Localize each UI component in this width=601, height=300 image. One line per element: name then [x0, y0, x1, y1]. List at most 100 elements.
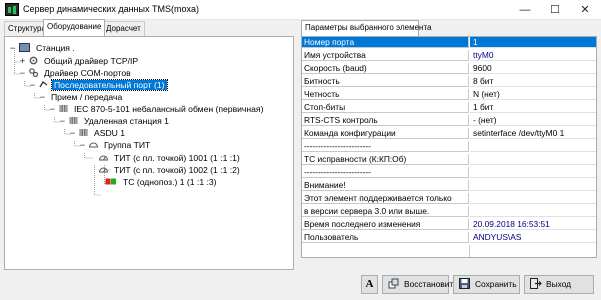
group-icon [88, 140, 99, 149]
tree-node-label: ТИТ (с пл. точкой) 1001 (1 :1 :1) [114, 153, 240, 163]
property-name: Внимание! [302, 180, 469, 191]
property-row[interactable]: Команда конфигурации setinterface /dev/tt… [302, 128, 596, 139]
property-value[interactable]: 9600 [470, 63, 596, 74]
restore-icon [388, 278, 400, 289]
protocol-icon [59, 104, 68, 113]
exit-button[interactable]: Выход [524, 275, 594, 294]
tab-equipment[interactable]: Оборудование [43, 19, 106, 36]
property-value[interactable] [470, 167, 596, 178]
collapse-toggle[interactable]: − [19, 67, 26, 79]
tree-node-iec-protocol[interactable]: − IEC 870-5-101 небалансный обмен (первич… [49, 103, 265, 115]
maximize-button[interactable]: ☐ [542, 0, 568, 20]
tree-node-tcp-driver[interactable]: + Общий драйвер TCP/IP [19, 55, 140, 67]
property-value[interactable] [470, 180, 596, 191]
property-row[interactable]: RTS-CTS контроль - (нет) [302, 115, 596, 126]
property-value[interactable] [470, 154, 596, 165]
property-value[interactable]: N (нет) [470, 89, 596, 100]
collapse-toggle[interactable]: − [49, 103, 56, 115]
properties-grid[interactable]: Номер порта 1 Имя устройства ttyM0 Скорость … [301, 36, 597, 258]
minimize-button[interactable]: — [512, 0, 538, 20]
property-row[interactable]: Стоп-биты 1 бит [302, 102, 596, 113]
close-button[interactable]: ✕ [572, 0, 598, 20]
property-value[interactable]: 1 [470, 37, 596, 48]
tree-node-tit-1002[interactable]: ТИТ (с пл. точкой) 1002 (1 :1 :2) [98, 164, 242, 176]
property-name: Битность [302, 76, 469, 87]
property-value[interactable]: 20.09.2018 16:53:51 [470, 219, 596, 230]
property-row[interactable]: ------------------------ [302, 141, 596, 152]
property-row[interactable]: Битность 8 бит [302, 76, 596, 87]
network-driver-icon [29, 56, 38, 65]
property-name: Имя устройства [302, 50, 469, 61]
collapse-toggle[interactable]: − [29, 79, 36, 91]
font-button[interactable]: A [361, 275, 378, 294]
restore-label: Восстановить [404, 279, 458, 289]
property-value[interactable]: 1 бит [470, 102, 596, 113]
property-row[interactable]: Пользователь ANDYUS\AS [302, 232, 596, 243]
tree-node-station[interactable]: − Станция . [9, 42, 77, 54]
tree-node-tit-1001[interactable]: ТИТ (с пл. точкой) 1001 (1 :1 :1) [98, 152, 242, 164]
property-value[interactable]: 8 бит [470, 76, 596, 87]
property-value[interactable]: ANDYUS\AS [470, 232, 596, 243]
collapse-toggle[interactable]: − [69, 127, 76, 139]
property-row[interactable]: Внимание! [302, 180, 596, 191]
tree-node-asdu[interactable]: − ASDU 1 [69, 127, 127, 139]
property-name: ТС исправности (К:КП:Об) [302, 154, 469, 165]
tab-calculation[interactable]: Дорасчет [102, 21, 145, 36]
save-button[interactable]: Сохранить [453, 275, 520, 294]
exit-icon [530, 278, 542, 289]
property-name: Скорость (baud) [302, 63, 469, 74]
tree-node-serial-port[interactable]: − Последовательный порт (1) [29, 79, 168, 91]
properties-tab[interactable]: Параметры выбранного элемента [301, 20, 431, 36]
tree-node-com-driver[interactable]: − Драйвер COM-портов [19, 67, 133, 79]
property-row[interactable]: Имя устройства ttyM0 [302, 50, 596, 61]
property-row[interactable]: Скорость (baud) 9600 [302, 63, 596, 74]
signal-icon [105, 177, 117, 186]
tree-node-label: ASDU 1 [94, 128, 126, 138]
tree-node-label: ТИТ (с пл. точкой) 1002 (1 :1 :2) [114, 165, 240, 175]
property-row[interactable]: Номер порта 1 [302, 37, 596, 48]
window-title: Сервер динамических данных TMS(moxa) [23, 4, 199, 14]
asdu-icon [79, 128, 88, 137]
property-name: в версии сервера 3.0 или выше. [302, 206, 469, 217]
collapse-toggle[interactable]: − [39, 91, 46, 103]
property-name: Команда конфигурации [302, 128, 469, 139]
tree-node-label: Удаленная станция 1 [84, 116, 169, 126]
property-row[interactable]: Четность N (нет) [302, 89, 596, 100]
property-name: RTS-CTS контроль [302, 115, 469, 126]
tree-node-receive-transmit[interactable]: − Прием / передача [39, 91, 124, 103]
collapse-toggle[interactable]: − [9, 42, 16, 54]
tree-node-label: Общий драйвер TCP/IP [44, 56, 139, 66]
tree-node-label: Последовательный порт (1) [51, 79, 168, 91]
property-name: Пользователь [302, 232, 469, 243]
property-value[interactable]: - (нет) [470, 115, 596, 126]
equipment-tree[interactable]: − Станция . + Общий драйвер TCP/IP − Драйве… [4, 36, 294, 270]
app-icon [5, 3, 19, 16]
station-icon [19, 43, 30, 52]
tree-node-ts-1[interactable]: ТС (однопоз.) 1 (1 :1 :3) [105, 176, 219, 188]
save-icon [459, 278, 471, 289]
property-name: Стоп-биты [302, 102, 469, 113]
restore-button[interactable]: Восстановить [382, 275, 458, 294]
collapse-toggle[interactable]: − [59, 115, 66, 127]
com-driver-icon [29, 68, 39, 78]
property-value[interactable]: ttyM0 [470, 50, 596, 61]
tree-node-label: ТС (однопоз.) 1 (1 :1 :3) [123, 177, 217, 187]
property-row[interactable]: ------------------------ [302, 167, 596, 178]
property-row[interactable]: Этот элемент поддерживается только [302, 193, 596, 204]
tree-node-label: Станция . [36, 43, 75, 53]
tree-node-label: Драйвер COM-портов [44, 68, 131, 78]
tree-node-group-tit[interactable]: − Группа ТИТ [79, 139, 152, 151]
measurement-icon [98, 165, 109, 174]
property-row[interactable]: ТС исправности (К:КП:Об) [302, 154, 596, 165]
tree-node-label: IEC 870-5-101 небалансный обмен (первичн… [74, 104, 264, 114]
expand-toggle[interactable]: + [19, 55, 26, 67]
tree-node-remote-station[interactable]: − Удаленная станция 1 [59, 115, 171, 127]
collapse-toggle[interactable]: − [79, 139, 86, 151]
property-row[interactable]: Время последнего изменения 20.09.2018 16:… [302, 219, 596, 230]
property-value[interactable]: setinterface /dev/ttyM0 1 [470, 128, 596, 139]
property-value[interactable] [470, 141, 596, 152]
exit-label: Выход [546, 279, 572, 289]
property-value[interactable] [470, 206, 596, 217]
property-value[interactable] [470, 193, 596, 204]
property-row[interactable]: в версии сервера 3.0 или выше. [302, 206, 596, 217]
